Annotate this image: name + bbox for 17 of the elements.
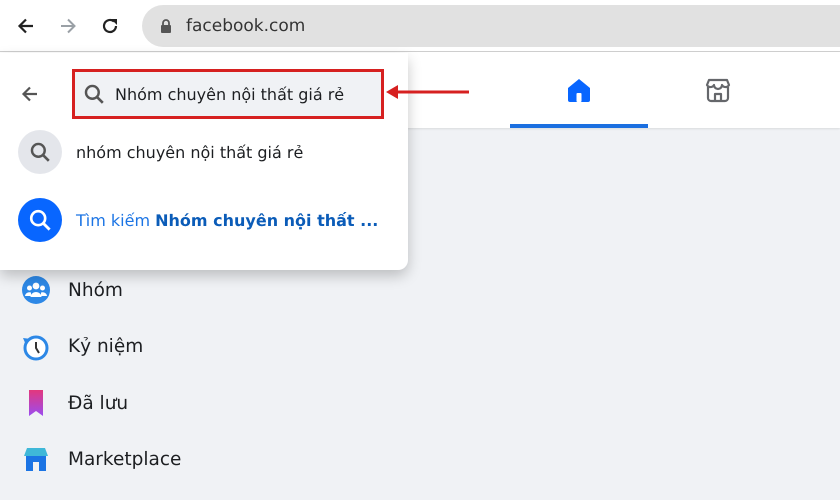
sidebar-item[interactable]: Đã lưu <box>68 392 128 414</box>
search-field[interactable]: Nhóm chuyên nội thất giá rẻ <box>75 72 381 116</box>
sidebar-item[interactable]: Marketplace <box>68 449 182 470</box>
back-arrow-icon[interactable] <box>20 84 40 104</box>
sidebar-item[interactable]: Kỷ niệm <box>68 336 144 358</box>
lock-icon <box>160 18 172 32</box>
search-suggestion[interactable]: Tìm kiếm Nhóm chuyên nội thất ... <box>76 210 378 230</box>
address-bar[interactable]: facebook.com <box>142 4 840 46</box>
search-icon <box>83 83 105 105</box>
search-icon <box>18 198 62 242</box>
back-arrow-icon[interactable] <box>16 16 36 36</box>
url-text: facebook.com <box>186 16 306 36</box>
search-suggestion[interactable]: nhóm chuyên nội thất giá rẻ <box>76 142 304 162</box>
sidebar-item[interactable]: Nhóm <box>68 280 123 301</box>
search-icon <box>18 130 62 174</box>
search-query: Nhóm chuyên nội thất giá rẻ <box>115 84 344 104</box>
group-icon <box>21 275 51 306</box>
